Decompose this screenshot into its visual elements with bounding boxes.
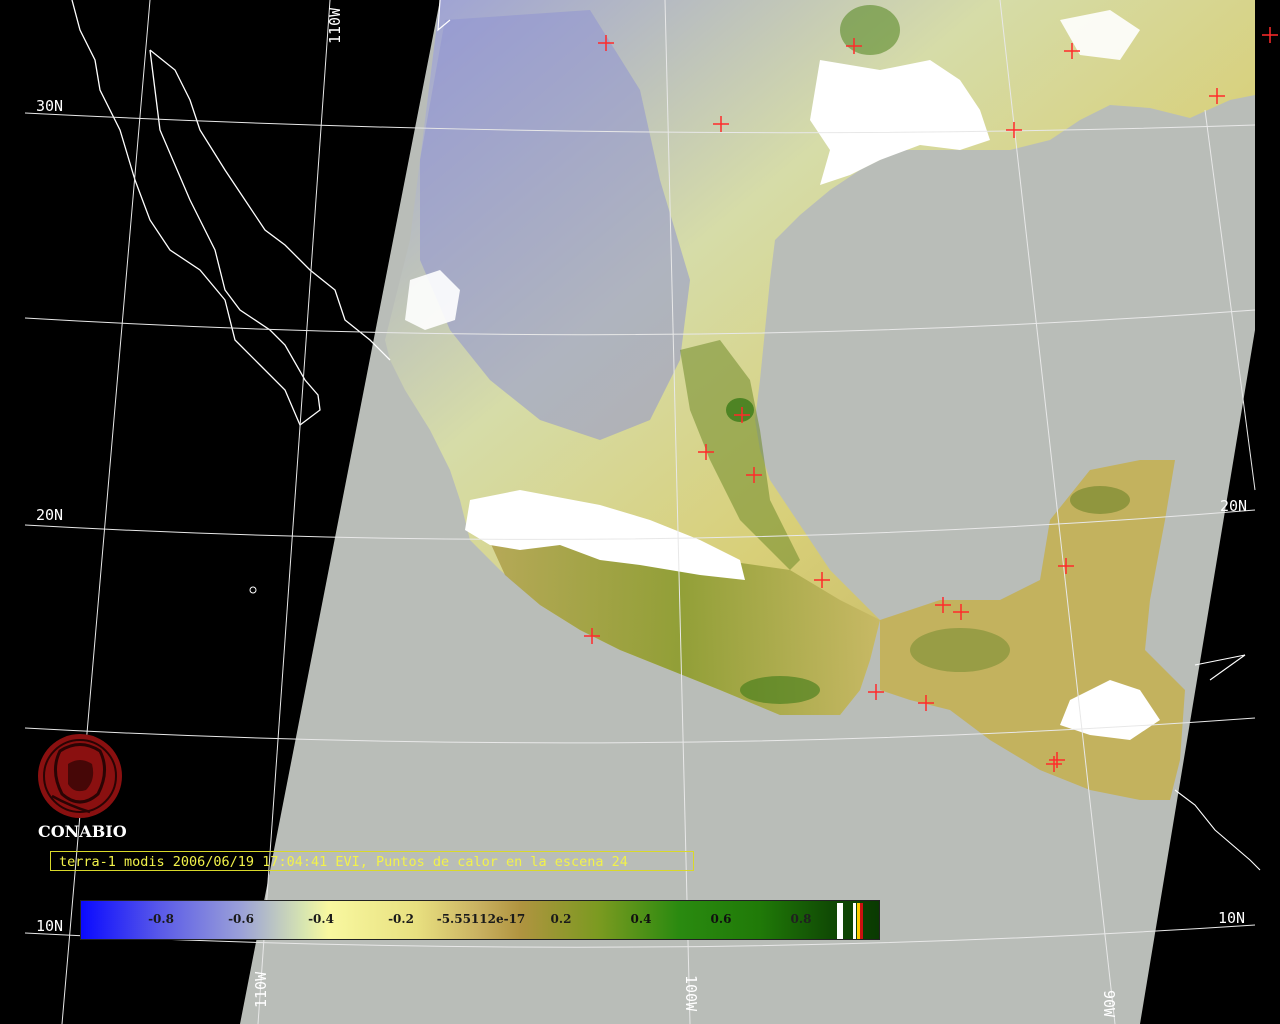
land-vegetation-patch xyxy=(726,398,754,422)
lon-label-110w: 110W xyxy=(252,971,270,1008)
colorbar-tick: 0.6 xyxy=(710,912,732,926)
cloud-swatch xyxy=(853,903,856,939)
lat-label-10n: 10N xyxy=(36,917,64,935)
coastline-baja xyxy=(71,0,321,427)
colorbar-tick: 0.8 xyxy=(790,912,812,926)
coastline-gulf-california xyxy=(149,49,391,361)
colorbar-tick: -0.6 xyxy=(228,912,254,926)
coastline-island xyxy=(249,586,257,594)
evi-colorbar: -0.8 -0.6 -0.4 -0.2 -5.55112e-17 0.2 0.4… xyxy=(80,900,880,940)
colorbar-tick: -5.55112e-17 xyxy=(436,912,526,926)
lon-label-100w: 100W xyxy=(682,975,700,1012)
logo-text: CONABIO xyxy=(38,822,127,841)
colorbar-tick: 0.4 xyxy=(630,912,652,926)
conabio-logo-icon xyxy=(38,734,122,818)
lon-label-110w-top: 110W xyxy=(326,7,344,44)
lat-label-20n-right: 20N xyxy=(1220,497,1248,515)
colorbar-tick: 0.2 xyxy=(550,912,572,926)
cloud-swatch xyxy=(837,903,843,939)
hotspot-swatch xyxy=(860,903,863,939)
lat-label-20n: 20N xyxy=(36,506,64,524)
land-vegetation-patch xyxy=(740,676,820,704)
colorbar-tick: -0.2 xyxy=(388,912,414,926)
hotspot-marker xyxy=(1262,27,1278,43)
colorbar-tick: -0.8 xyxy=(148,912,174,926)
colorbar-tick: -0.4 xyxy=(308,912,334,926)
land-vegetation-patch xyxy=(840,5,900,55)
lat-label-30n: 30N xyxy=(36,97,64,115)
lat-label-10n-right: 10N xyxy=(1218,909,1246,927)
map-viewer: 30N 20N 10N 20N 10N 110W 110W 100W 90W C… xyxy=(0,0,1280,1024)
land-vegetation-patch xyxy=(1070,486,1130,514)
land-vegetation-patch xyxy=(910,628,1010,672)
lon-label-90w: 90W xyxy=(1100,990,1118,1018)
scene-caption: terra-1 modis 2006/06/19 17:04:41 EVI, P… xyxy=(50,851,694,871)
